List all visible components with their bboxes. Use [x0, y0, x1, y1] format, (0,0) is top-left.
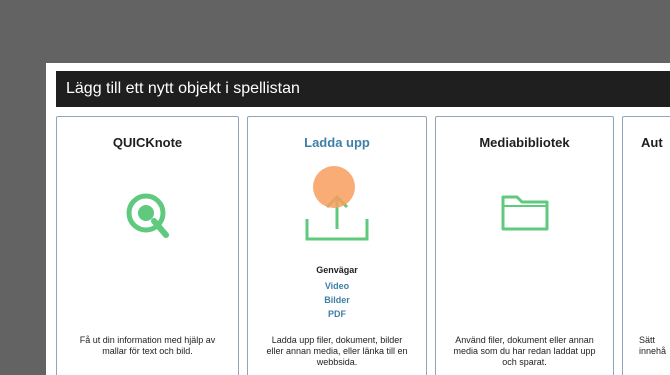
- shortcuts-heading: Genvägar: [316, 265, 358, 275]
- folder-icon: [436, 189, 613, 237]
- mouse-cursor-indicator: [313, 166, 355, 208]
- card-title-upload: Ladda upp: [304, 135, 370, 150]
- dialog-title: Lägg till ett nytt objekt i spellistan: [56, 71, 670, 107]
- card-title-partial: Aut: [641, 135, 663, 150]
- card-upload[interactable]: Ladda upp Genvägar Video Bilder PDF Ladd…: [247, 116, 427, 375]
- shortcut-video-link[interactable]: Video: [248, 279, 426, 293]
- card-description-quicknote: Få ut din information med hjälp av malla…: [79, 335, 216, 356]
- card-title-media-library: Mediabibliotek: [479, 135, 570, 150]
- shortcuts: Genvägar Video Bilder PDF: [248, 265, 426, 321]
- card-description-media-library: Använd filer, dokument eller annan media…: [453, 335, 596, 367]
- quicknote-icon: [57, 189, 238, 238]
- card-media-library[interactable]: Mediabibliotek Använd filer, dokument el…: [435, 116, 614, 375]
- shortcut-images-link[interactable]: Bilder: [248, 293, 426, 307]
- card-description-upload: Ladda upp filer, dokument, bilder eller …: [266, 335, 408, 367]
- card-description-partial-line2: innehå: [639, 346, 667, 356]
- card-partial[interactable]: Aut Sätt innehå: [622, 116, 670, 375]
- card-description-partial-line1: Sätt: [639, 335, 656, 345]
- card-description-partial: Sätt innehå: [639, 335, 666, 357]
- shortcut-pdf-link[interactable]: PDF: [248, 307, 426, 321]
- card-title-quicknote: QUICKnote: [112, 135, 183, 150]
- card-quicknote[interactable]: QUICKnote Få ut din information med hjäl…: [56, 116, 239, 375]
- add-playlist-item-dialog: Lägg till ett nytt objekt i spellistan Q…: [46, 63, 670, 375]
